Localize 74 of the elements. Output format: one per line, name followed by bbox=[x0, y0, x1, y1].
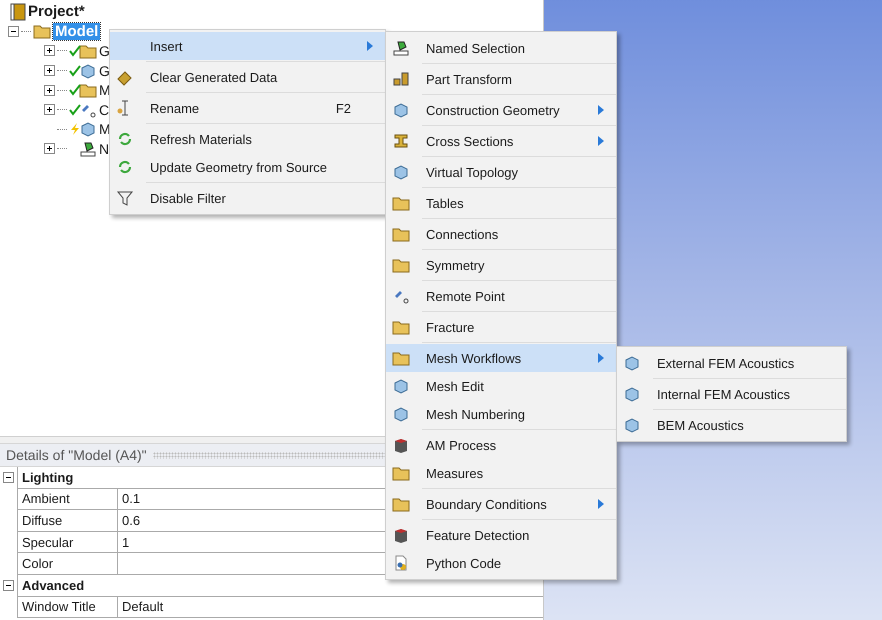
menu-item[interactable]: Mesh Numbering bbox=[386, 400, 616, 428]
menu-item[interactable]: Boundary Conditions bbox=[386, 490, 616, 518]
property-label: Diffuse bbox=[17, 510, 117, 532]
block-icon bbox=[392, 526, 410, 544]
menu-item[interactable]: Remote Point bbox=[386, 282, 616, 310]
menu-item[interactable]: Construction Geometry bbox=[386, 96, 616, 124]
expand-icon[interactable] bbox=[44, 143, 55, 154]
expand-icon[interactable] bbox=[44, 104, 55, 116]
refresh-icon bbox=[116, 158, 134, 176]
details-title: Details of "Model (A4)" bbox=[6, 447, 147, 463]
property-label: Specular bbox=[17, 532, 117, 554]
menu-item[interactable]: Rename F2 bbox=[110, 94, 385, 122]
collapse-icon[interactable] bbox=[8, 26, 19, 37]
menu-item[interactable]: BEM Acoustics bbox=[617, 411, 846, 439]
menu-item[interactable]: Fracture bbox=[386, 313, 616, 341]
submenu-arrow-icon bbox=[367, 41, 373, 51]
property-label: Color bbox=[17, 553, 117, 575]
collapse-icon[interactable] bbox=[3, 580, 14, 592]
menu-item[interactable]: Tables bbox=[386, 189, 616, 217]
check-icon bbox=[69, 84, 81, 96]
menu-item[interactable]: Connections bbox=[386, 220, 616, 248]
property-label: Window Title bbox=[17, 596, 117, 618]
expand-icon[interactable] bbox=[44, 84, 55, 96]
cube-icon bbox=[392, 163, 410, 181]
menu-item[interactable]: Virtual Topology bbox=[386, 158, 616, 186]
property-value[interactable]: Default bbox=[117, 596, 543, 618]
submenu-arrow-icon bbox=[598, 353, 604, 363]
mesh-cube-icon bbox=[623, 354, 641, 372]
menu-item[interactable]: Insert bbox=[110, 32, 385, 60]
menu-item[interactable]: Cross Sections bbox=[386, 127, 616, 155]
menu-item[interactable]: Internal FEM Acoustics bbox=[617, 380, 846, 408]
tag-icon bbox=[79, 140, 97, 158]
check-icon bbox=[69, 44, 81, 57]
tree-item[interactable]: N bbox=[99, 140, 110, 157]
menu-item[interactable]: Update Geometry from Source bbox=[110, 153, 385, 181]
menu-item[interactable]: Symmetry bbox=[386, 251, 616, 279]
menu-item[interactable]: Mesh Edit bbox=[386, 372, 616, 400]
check-icon bbox=[69, 104, 81, 116]
menu-item[interactable]: Clear Generated Data bbox=[110, 63, 385, 91]
expand-icon[interactable] bbox=[44, 45, 55, 56]
tree-item[interactable]: C bbox=[99, 102, 110, 118]
expand-icon[interactable] bbox=[44, 65, 55, 76]
lightning-icon bbox=[69, 123, 81, 136]
collapse-icon[interactable] bbox=[3, 472, 14, 484]
submenu-arrow-icon bbox=[598, 499, 604, 509]
check-icon bbox=[69, 64, 81, 77]
refresh-icon bbox=[116, 130, 134, 148]
tree-item[interactable]: G bbox=[99, 62, 110, 79]
cube-icon bbox=[392, 101, 410, 119]
property-label: Ambient bbox=[17, 488, 117, 510]
menu-item[interactable]: Measures bbox=[386, 459, 616, 487]
filter-icon bbox=[116, 189, 134, 207]
submenu-arrow-icon bbox=[598, 105, 604, 115]
menu-item[interactable]: Mesh Workflows bbox=[386, 344, 616, 372]
tree-root-label[interactable]: Project* bbox=[28, 3, 85, 20]
book-icon bbox=[10, 2, 26, 21]
tag-icon bbox=[392, 39, 410, 57]
block-icon bbox=[392, 436, 410, 454]
submenu-arrow-icon bbox=[598, 136, 604, 146]
tree-item[interactable]: G bbox=[99, 42, 110, 59]
cube-icon bbox=[79, 120, 97, 138]
mesh-cube-icon bbox=[623, 416, 641, 434]
cube-icon bbox=[392, 405, 410, 423]
menu-item[interactable]: Disable Filter bbox=[110, 184, 385, 212]
cube-icon bbox=[79, 62, 97, 80]
menu-item[interactable]: AM Process bbox=[386, 431, 616, 459]
menu-item[interactable]: External FEM Acoustics bbox=[617, 349, 846, 377]
beam-icon bbox=[392, 132, 410, 150]
cube-icon bbox=[392, 377, 410, 395]
bars-icon bbox=[392, 70, 410, 88]
menu-item[interactable]: Part Transform bbox=[386, 65, 616, 93]
mesh-cube-icon bbox=[623, 385, 641, 403]
menu-item[interactable]: Refresh Materials bbox=[110, 125, 385, 153]
menu-item[interactable]: Named Selection bbox=[386, 34, 616, 62]
